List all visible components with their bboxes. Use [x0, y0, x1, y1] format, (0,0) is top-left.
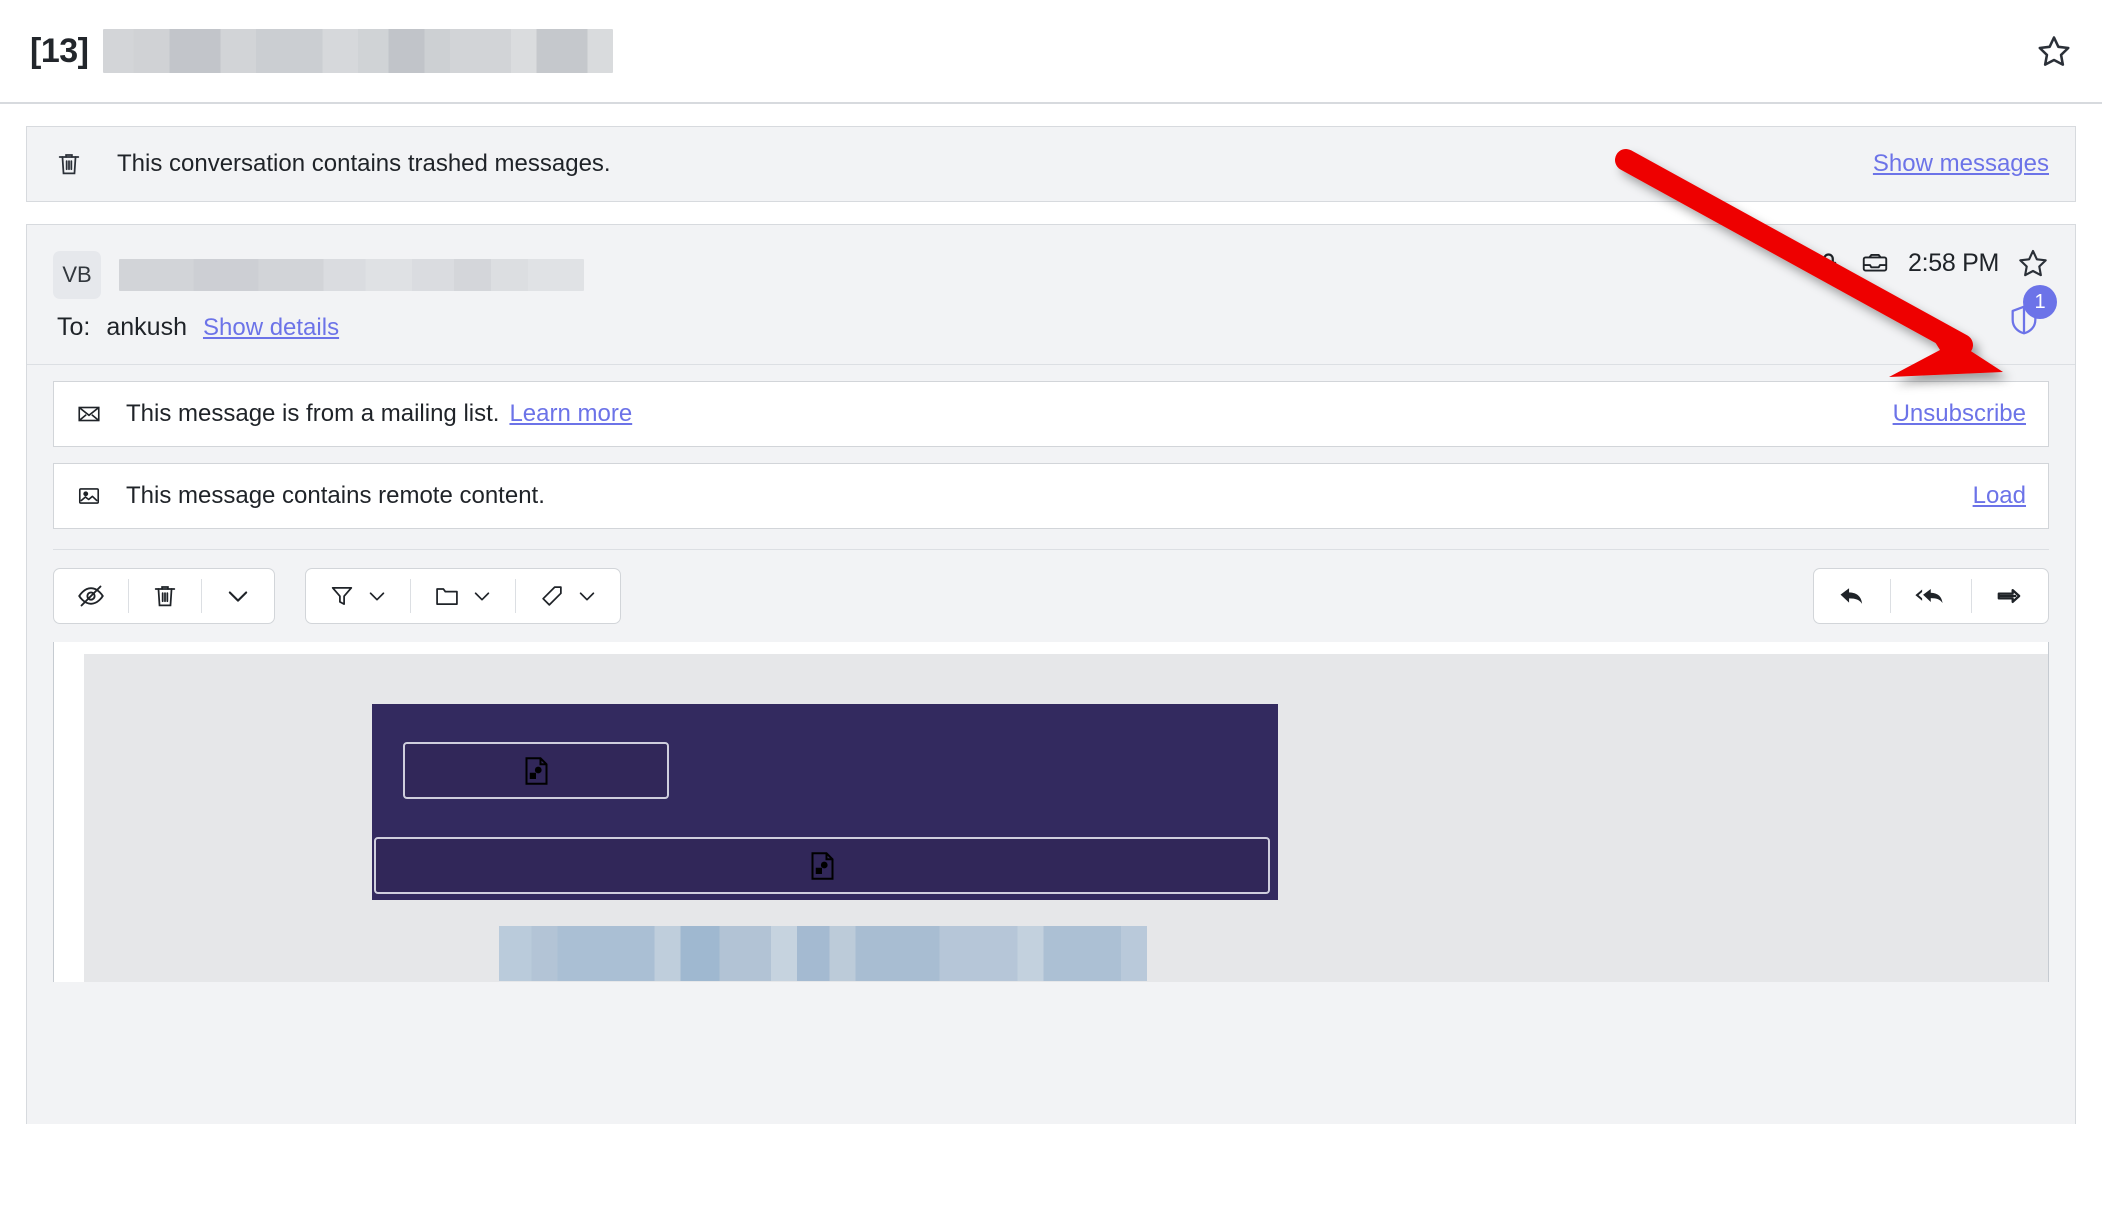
- tag-button[interactable]: [516, 569, 620, 623]
- show-messages-link[interactable]: Show messages: [1873, 150, 2049, 178]
- toolbar-group-left: [53, 568, 275, 624]
- sender-row: VB: [27, 247, 2075, 303]
- broken-image-icon: [525, 756, 547, 785]
- chevron-down-icon: [369, 592, 385, 601]
- mailing-list-text: This message is from a mailing list.: [126, 400, 500, 427]
- message-card: VB 2:58 PM 1 To: ankush Show details Thi…: [26, 224, 2076, 1124]
- star-outline-icon[interactable]: [2017, 247, 2049, 279]
- avatar: VB: [53, 251, 101, 299]
- message-header: VB 2:58 PM 1 To: ankush Show details: [27, 225, 2075, 365]
- email-body-canvas: [84, 654, 2048, 982]
- tracker-shield-button[interactable]: 1: [2007, 285, 2057, 337]
- message-count: [13]: [30, 31, 89, 70]
- chevron-down-icon: [474, 592, 490, 601]
- banner-image-placeholder-1[interactable]: [403, 742, 669, 799]
- mark-unread-button[interactable]: [54, 569, 128, 623]
- trash-notice-bar: This conversation contains trashed messa…: [26, 126, 2076, 202]
- chevron-down-icon: [579, 592, 595, 601]
- learn-more-link[interactable]: Learn more: [509, 400, 632, 428]
- message-header-icons: 2:58 PM: [1815, 247, 2049, 279]
- unsubscribe-link[interactable]: Unsubscribe: [1893, 400, 2026, 428]
- blurred-body-text-line: [499, 926, 1147, 981]
- recipient-row: To: ankush Show details: [27, 303, 2075, 365]
- remote-image-icon: [76, 483, 102, 509]
- filter-button[interactable]: [306, 569, 410, 623]
- more-actions-button[interactable]: [202, 569, 274, 623]
- toolbar-group-reply: [1813, 568, 2049, 624]
- sender-redacted: [119, 259, 584, 291]
- reply-all-button[interactable]: [1891, 569, 1971, 623]
- star-outline-icon[interactable]: [2036, 33, 2072, 69]
- to-recipient: ankush: [106, 313, 187, 341]
- broken-image-icon: [811, 851, 833, 880]
- toolbar-group-organize: [305, 568, 621, 624]
- mailing-list-notice: This message is from a mailing list. Lea…: [53, 381, 2049, 447]
- remote-content-notice: This message contains remote content. Lo…: [53, 463, 2049, 529]
- show-details-link[interactable]: Show details: [203, 314, 339, 342]
- mailing-list-notice-wrap: This message is from a mailing list. Lea…: [27, 365, 2075, 447]
- conversation-header: [13]: [0, 0, 2102, 104]
- lock-icon: [1815, 250, 1842, 277]
- forward-button[interactable]: [1972, 569, 2048, 623]
- banner-image-placeholder-2[interactable]: [374, 837, 1270, 894]
- email-body: [53, 642, 2049, 982]
- delete-button[interactable]: [129, 569, 201, 623]
- reply-button[interactable]: [1814, 569, 1890, 623]
- envelope-icon: [76, 401, 102, 427]
- email-client-conversation-view: [13] This conversation contains trashed …: [0, 0, 2102, 1220]
- trash-notice-wrap: This conversation contains trashed messa…: [0, 104, 2102, 202]
- remote-content-notice-wrap: This message contains remote content. Lo…: [27, 447, 2075, 529]
- tracker-count-badge: 1: [2023, 285, 2057, 319]
- message-action-toolbar: [53, 549, 2049, 642]
- remote-content-text: This message contains remote content.: [126, 482, 545, 509]
- move-to-folder-button[interactable]: [411, 569, 515, 623]
- subject-redacted: [103, 29, 614, 73]
- message-time: 2:58 PM: [1907, 248, 1999, 277]
- email-hero-banner: [372, 704, 1278, 900]
- to-label: To:: [57, 313, 91, 341]
- trash-icon: [55, 150, 83, 178]
- trash-notice-text: This conversation contains trashed messa…: [117, 150, 611, 177]
- load-remote-content-link[interactable]: Load: [1973, 482, 2026, 510]
- inbox-icon[interactable]: [1860, 248, 1890, 278]
